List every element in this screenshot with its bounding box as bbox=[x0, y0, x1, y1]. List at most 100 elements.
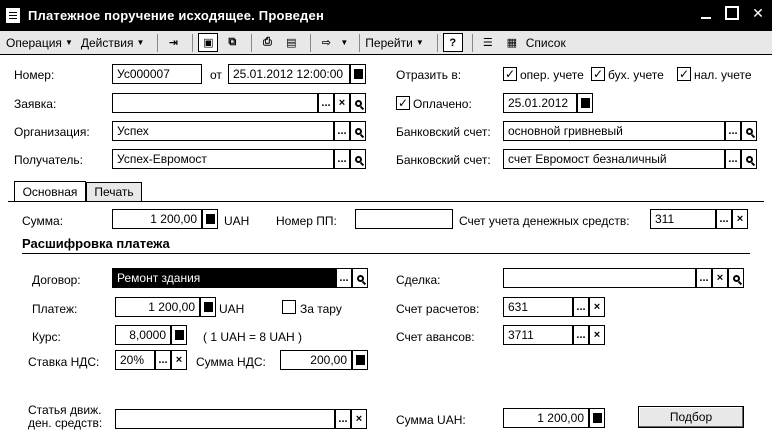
select-button[interactable]: ... bbox=[573, 297, 589, 317]
calendar-icon[interactable] bbox=[577, 93, 593, 113]
reflect-nal-label: нал. учете bbox=[694, 68, 752, 82]
search-button[interactable] bbox=[350, 93, 366, 113]
post-document-icon[interactable]: ⇥ bbox=[163, 33, 183, 52]
tab-panel-border bbox=[8, 201, 764, 202]
search-button[interactable] bbox=[352, 268, 368, 288]
vat-rate-input[interactable]: 20% bbox=[115, 350, 155, 370]
select-button[interactable]: ... bbox=[318, 93, 334, 113]
reflect-oper-checkbox[interactable]: ✓ bbox=[503, 67, 517, 81]
enter-based-icon[interactable]: ⇨ bbox=[316, 33, 336, 52]
cashflow-item-input[interactable] bbox=[115, 409, 335, 429]
calendar-icon[interactable] bbox=[350, 64, 366, 84]
minimize-icon[interactable] bbox=[698, 5, 714, 21]
clear-button[interactable]: × bbox=[712, 268, 728, 288]
settlement-account-input[interactable]: 631 bbox=[503, 297, 573, 317]
payment-input[interactable]: 1 200,00 bbox=[115, 297, 200, 317]
contract-label: Договор: bbox=[32, 273, 81, 287]
chevron-down-icon[interactable]: ▼ bbox=[340, 38, 348, 47]
select-button[interactable]: ... bbox=[573, 325, 589, 345]
toolbar-separator bbox=[359, 33, 361, 52]
operation-menu[interactable]: Операция ▼ bbox=[6, 36, 73, 50]
select-button[interactable]: ... bbox=[334, 149, 350, 169]
search-button[interactable] bbox=[741, 149, 757, 169]
chevron-down-icon: ▼ bbox=[64, 38, 73, 47]
print-icon[interactable]: ⎙ bbox=[257, 33, 277, 52]
calculator-icon[interactable] bbox=[171, 325, 187, 345]
pp-number-input[interactable] bbox=[355, 209, 453, 229]
recipient-bank-account-input[interactable]: счет Евромост безналичный bbox=[503, 149, 725, 169]
reflect-label: Отразить в: bbox=[396, 68, 462, 82]
reflect-nal-checkbox[interactable]: ✓ bbox=[677, 67, 691, 81]
toolbar-separator bbox=[436, 33, 438, 52]
list-button[interactable]: Список bbox=[526, 36, 566, 50]
sum-uah-input[interactable]: 1 200,00 bbox=[503, 408, 589, 428]
chevron-down-icon: ▼ bbox=[415, 38, 424, 47]
number-input[interactable]: Ус000007 bbox=[112, 64, 202, 84]
select-button[interactable]: ... bbox=[334, 121, 350, 141]
clear-button[interactable]: × bbox=[334, 93, 350, 113]
search-icon bbox=[732, 274, 740, 282]
vat-sum-label: Сумма НДС: bbox=[196, 355, 266, 369]
advance-account-input[interactable]: 3711 bbox=[503, 325, 573, 345]
select-button[interactable]: ... bbox=[155, 350, 171, 370]
copy-document-icon[interactable]: ⧉ bbox=[222, 33, 242, 52]
section-divider bbox=[22, 253, 750, 254]
actions-menu[interactable]: Действия ▼ bbox=[81, 36, 145, 50]
reflect-buh-label: бух. учете bbox=[608, 68, 664, 82]
close-icon[interactable]: ✕ bbox=[750, 5, 766, 21]
bank-account-input[interactable]: основной гривневый bbox=[503, 121, 725, 141]
payment-order-window: Платежное поручение исходящее. Проведен … bbox=[0, 0, 772, 433]
date-input[interactable]: 25.01.2012 12:00:00 bbox=[228, 64, 350, 84]
reflect-buh-checkbox[interactable]: ✓ bbox=[591, 67, 605, 81]
clear-button[interactable]: × bbox=[589, 297, 605, 317]
sum-input[interactable]: 1 200,00 bbox=[112, 209, 202, 229]
tab-main[interactable]: Основная bbox=[14, 181, 86, 202]
search-button[interactable] bbox=[350, 149, 366, 169]
goto-menu[interactable]: Перейти ▼ bbox=[365, 36, 423, 50]
maximize-icon[interactable] bbox=[724, 5, 740, 21]
select-button[interactable]: ... bbox=[336, 268, 352, 288]
clear-button[interactable]: × bbox=[732, 209, 748, 229]
calculator-icon[interactable] bbox=[200, 297, 216, 317]
calculator-icon[interactable] bbox=[202, 209, 218, 229]
rate-input[interactable]: 8,0000 bbox=[115, 325, 171, 345]
organization-input[interactable]: Успех bbox=[112, 121, 334, 141]
deal-input[interactable] bbox=[503, 268, 696, 288]
clear-button[interactable]: × bbox=[171, 350, 187, 370]
toolbar: Операция ▼ Действия ▼ ⇥ ▣ ⧉ ⎙ ▤ ⇨ ▼ Перейт… bbox=[0, 31, 772, 55]
contract-input[interactable]: Ремонт здания bbox=[112, 268, 336, 288]
calculator-icon[interactable] bbox=[589, 408, 605, 428]
paid-label: Оплачено: bbox=[413, 97, 472, 111]
request-input[interactable] bbox=[112, 93, 318, 113]
structure-icon[interactable]: ▣ bbox=[198, 33, 219, 52]
vat-sum-input[interactable]: 200,00 bbox=[280, 350, 352, 370]
from-label: от bbox=[210, 68, 222, 82]
select-button[interactable]: ... bbox=[716, 209, 732, 229]
search-button[interactable] bbox=[728, 268, 744, 288]
paid-checkbox[interactable]: ✓ bbox=[396, 96, 410, 110]
request-label: Заявка: bbox=[14, 97, 57, 111]
select-button[interactable]: ... bbox=[725, 121, 741, 141]
paid-date-input[interactable]: 25.01.2012 bbox=[503, 93, 577, 113]
advance-account-label: Счет авансов: bbox=[396, 330, 475, 344]
payment-breakdown-title: Расшифровка платежа bbox=[22, 236, 170, 251]
cash-account-input[interactable]: 311 bbox=[650, 209, 716, 229]
search-button[interactable] bbox=[350, 121, 366, 141]
list-view-icon[interactable]: ☰ bbox=[478, 33, 498, 52]
selection-button[interactable]: Подбор bbox=[638, 406, 744, 428]
tab-print[interactable]: Печать bbox=[86, 182, 142, 201]
clear-button[interactable]: × bbox=[351, 409, 367, 429]
tree-view-icon[interactable]: ▦ bbox=[502, 33, 522, 52]
organization-label: Организация: bbox=[14, 125, 90, 139]
select-button[interactable]: ... bbox=[725, 149, 741, 169]
select-button[interactable]: ... bbox=[696, 268, 712, 288]
recipient-input[interactable]: Успех-Евромост bbox=[112, 149, 334, 169]
title-bar: Платежное поручение исходящее. Проведен … bbox=[0, 0, 772, 31]
search-button[interactable] bbox=[741, 121, 757, 141]
help-button[interactable]: ? bbox=[442, 33, 463, 52]
calculator-icon[interactable] bbox=[352, 350, 368, 370]
clear-button[interactable]: × bbox=[589, 325, 605, 345]
report-icon[interactable]: ▤ bbox=[281, 33, 301, 52]
select-button[interactable]: ... bbox=[335, 409, 351, 429]
for-goods-checkbox[interactable] bbox=[282, 300, 296, 314]
